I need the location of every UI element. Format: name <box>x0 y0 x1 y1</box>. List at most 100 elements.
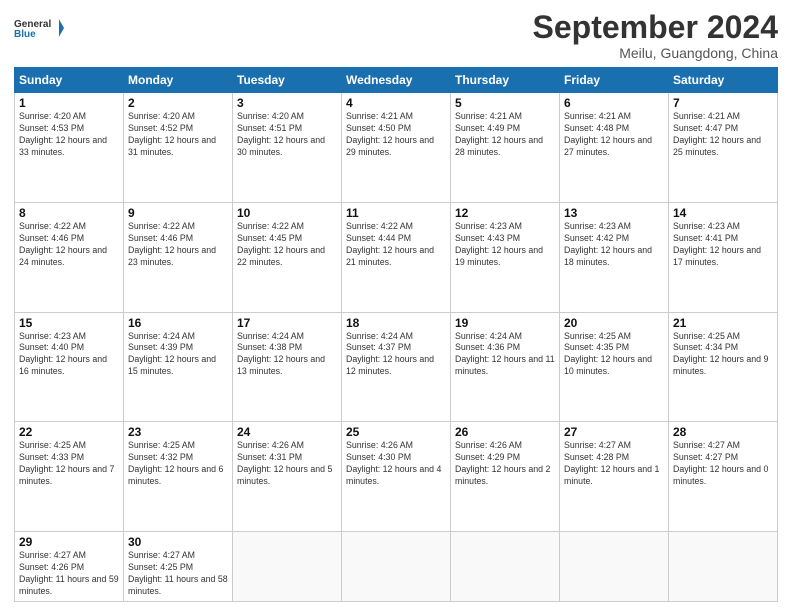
calendar-cell: 2 Sunrise: 4:20 AMSunset: 4:52 PMDayligh… <box>124 93 233 203</box>
day-number: 16 <box>128 316 228 330</box>
day-number: 12 <box>455 206 555 220</box>
day-number: 25 <box>346 425 446 439</box>
day-info: Sunrise: 4:25 AMSunset: 4:35 PMDaylight:… <box>564 331 664 379</box>
calendar-cell: 18 Sunrise: 4:24 AMSunset: 4:37 PMDaylig… <box>342 312 451 422</box>
calendar-cell: 3 Sunrise: 4:20 AMSunset: 4:51 PMDayligh… <box>233 93 342 203</box>
calendar-cell: 15 Sunrise: 4:23 AMSunset: 4:40 PMDaylig… <box>15 312 124 422</box>
calendar-cell <box>560 532 669 602</box>
day-number: 30 <box>128 535 228 549</box>
svg-text:Blue: Blue <box>14 29 36 40</box>
day-number: 6 <box>564 96 664 110</box>
day-info: Sunrise: 4:22 AMSunset: 4:44 PMDaylight:… <box>346 221 446 269</box>
calendar-row: 8 Sunrise: 4:22 AMSunset: 4:46 PMDayligh… <box>15 202 778 312</box>
day-info: Sunrise: 4:25 AMSunset: 4:32 PMDaylight:… <box>128 440 228 488</box>
calendar-cell: 14 Sunrise: 4:23 AMSunset: 4:41 PMDaylig… <box>669 202 778 312</box>
calendar-cell: 21 Sunrise: 4:25 AMSunset: 4:34 PMDaylig… <box>669 312 778 422</box>
day-number: 1 <box>19 96 119 110</box>
day-number: 21 <box>673 316 773 330</box>
logo: General Blue <box>14 10 64 46</box>
calendar-cell: 24 Sunrise: 4:26 AMSunset: 4:31 PMDaylig… <box>233 422 342 532</box>
calendar-cell: 1 Sunrise: 4:20 AMSunset: 4:53 PMDayligh… <box>15 93 124 203</box>
day-info: Sunrise: 4:24 AMSunset: 4:37 PMDaylight:… <box>346 331 446 379</box>
day-info: Sunrise: 4:27 AMSunset: 4:26 PMDaylight:… <box>19 550 119 598</box>
day-number: 17 <box>237 316 337 330</box>
day-number: 28 <box>673 425 773 439</box>
svg-text:General: General <box>14 19 51 30</box>
calendar-cell: 19 Sunrise: 4:24 AMSunset: 4:36 PMDaylig… <box>451 312 560 422</box>
day-info: Sunrise: 4:23 AMSunset: 4:43 PMDaylight:… <box>455 221 555 269</box>
day-number: 8 <box>19 206 119 220</box>
day-number: 22 <box>19 425 119 439</box>
calendar-cell: 4 Sunrise: 4:21 AMSunset: 4:50 PMDayligh… <box>342 93 451 203</box>
day-number: 27 <box>564 425 664 439</box>
day-info: Sunrise: 4:21 AMSunset: 4:50 PMDaylight:… <box>346 111 446 159</box>
day-info: Sunrise: 4:21 AMSunset: 4:47 PMDaylight:… <box>673 111 773 159</box>
day-number: 14 <box>673 206 773 220</box>
day-info: Sunrise: 4:22 AMSunset: 4:45 PMDaylight:… <box>237 221 337 269</box>
col-saturday: Saturday <box>669 68 778 93</box>
day-number: 10 <box>237 206 337 220</box>
calendar-cell: 28 Sunrise: 4:27 AMSunset: 4:27 PMDaylig… <box>669 422 778 532</box>
day-info: Sunrise: 4:25 AMSunset: 4:33 PMDaylight:… <box>19 440 119 488</box>
col-tuesday: Tuesday <box>233 68 342 93</box>
calendar-row: 15 Sunrise: 4:23 AMSunset: 4:40 PMDaylig… <box>15 312 778 422</box>
col-sunday: Sunday <box>15 68 124 93</box>
day-info: Sunrise: 4:25 AMSunset: 4:34 PMDaylight:… <box>673 331 773 379</box>
day-info: Sunrise: 4:20 AMSunset: 4:53 PMDaylight:… <box>19 111 119 159</box>
header: General Blue September 2024 Meilu, Guang… <box>14 10 778 61</box>
calendar-cell <box>233 532 342 602</box>
calendar-cell: 11 Sunrise: 4:22 AMSunset: 4:44 PMDaylig… <box>342 202 451 312</box>
header-row: Sunday Monday Tuesday Wednesday Thursday… <box>15 68 778 93</box>
calendar-cell <box>669 532 778 602</box>
day-info: Sunrise: 4:23 AMSunset: 4:41 PMDaylight:… <box>673 221 773 269</box>
day-info: Sunrise: 4:27 AMSunset: 4:28 PMDaylight:… <box>564 440 664 488</box>
calendar-cell: 9 Sunrise: 4:22 AMSunset: 4:46 PMDayligh… <box>124 202 233 312</box>
calendar-cell: 13 Sunrise: 4:23 AMSunset: 4:42 PMDaylig… <box>560 202 669 312</box>
calendar-page: General Blue September 2024 Meilu, Guang… <box>0 0 792 612</box>
calendar-cell: 8 Sunrise: 4:22 AMSunset: 4:46 PMDayligh… <box>15 202 124 312</box>
col-wednesday: Wednesday <box>342 68 451 93</box>
month-title: September 2024 <box>533 10 778 45</box>
calendar-cell: 5 Sunrise: 4:21 AMSunset: 4:49 PMDayligh… <box>451 93 560 203</box>
day-number: 19 <box>455 316 555 330</box>
day-info: Sunrise: 4:26 AMSunset: 4:31 PMDaylight:… <box>237 440 337 488</box>
day-number: 7 <box>673 96 773 110</box>
day-number: 20 <box>564 316 664 330</box>
day-number: 23 <box>128 425 228 439</box>
col-thursday: Thursday <box>451 68 560 93</box>
day-number: 26 <box>455 425 555 439</box>
calendar-cell: 27 Sunrise: 4:27 AMSunset: 4:28 PMDaylig… <box>560 422 669 532</box>
day-info: Sunrise: 4:21 AMSunset: 4:49 PMDaylight:… <box>455 111 555 159</box>
calendar-cell: 16 Sunrise: 4:24 AMSunset: 4:39 PMDaylig… <box>124 312 233 422</box>
day-info: Sunrise: 4:24 AMSunset: 4:36 PMDaylight:… <box>455 331 555 379</box>
day-number: 15 <box>19 316 119 330</box>
title-block: September 2024 Meilu, Guangdong, China <box>533 10 778 61</box>
calendar-cell <box>451 532 560 602</box>
calendar-row: 29 Sunrise: 4:27 AMSunset: 4:26 PMDaylig… <box>15 532 778 602</box>
day-info: Sunrise: 4:22 AMSunset: 4:46 PMDaylight:… <box>128 221 228 269</box>
calendar-cell: 6 Sunrise: 4:21 AMSunset: 4:48 PMDayligh… <box>560 93 669 203</box>
calendar-cell: 22 Sunrise: 4:25 AMSunset: 4:33 PMDaylig… <box>15 422 124 532</box>
calendar-cell: 30 Sunrise: 4:27 AMSunset: 4:25 PMDaylig… <box>124 532 233 602</box>
location: Meilu, Guangdong, China <box>533 45 778 61</box>
calendar-cell: 29 Sunrise: 4:27 AMSunset: 4:26 PMDaylig… <box>15 532 124 602</box>
calendar-cell: 26 Sunrise: 4:26 AMSunset: 4:29 PMDaylig… <box>451 422 560 532</box>
day-number: 5 <box>455 96 555 110</box>
calendar-cell: 25 Sunrise: 4:26 AMSunset: 4:30 PMDaylig… <box>342 422 451 532</box>
day-number: 2 <box>128 96 228 110</box>
calendar-cell: 20 Sunrise: 4:25 AMSunset: 4:35 PMDaylig… <box>560 312 669 422</box>
day-number: 9 <box>128 206 228 220</box>
col-monday: Monday <box>124 68 233 93</box>
day-info: Sunrise: 4:21 AMSunset: 4:48 PMDaylight:… <box>564 111 664 159</box>
day-info: Sunrise: 4:27 AMSunset: 4:25 PMDaylight:… <box>128 550 228 598</box>
day-info: Sunrise: 4:26 AMSunset: 4:29 PMDaylight:… <box>455 440 555 488</box>
col-friday: Friday <box>560 68 669 93</box>
day-info: Sunrise: 4:22 AMSunset: 4:46 PMDaylight:… <box>19 221 119 269</box>
calendar-cell: 12 Sunrise: 4:23 AMSunset: 4:43 PMDaylig… <box>451 202 560 312</box>
day-number: 24 <box>237 425 337 439</box>
day-info: Sunrise: 4:27 AMSunset: 4:27 PMDaylight:… <box>673 440 773 488</box>
day-info: Sunrise: 4:20 AMSunset: 4:51 PMDaylight:… <box>237 111 337 159</box>
day-info: Sunrise: 4:24 AMSunset: 4:38 PMDaylight:… <box>237 331 337 379</box>
calendar-cell <box>342 532 451 602</box>
calendar-table: Sunday Monday Tuesday Wednesday Thursday… <box>14 67 778 602</box>
